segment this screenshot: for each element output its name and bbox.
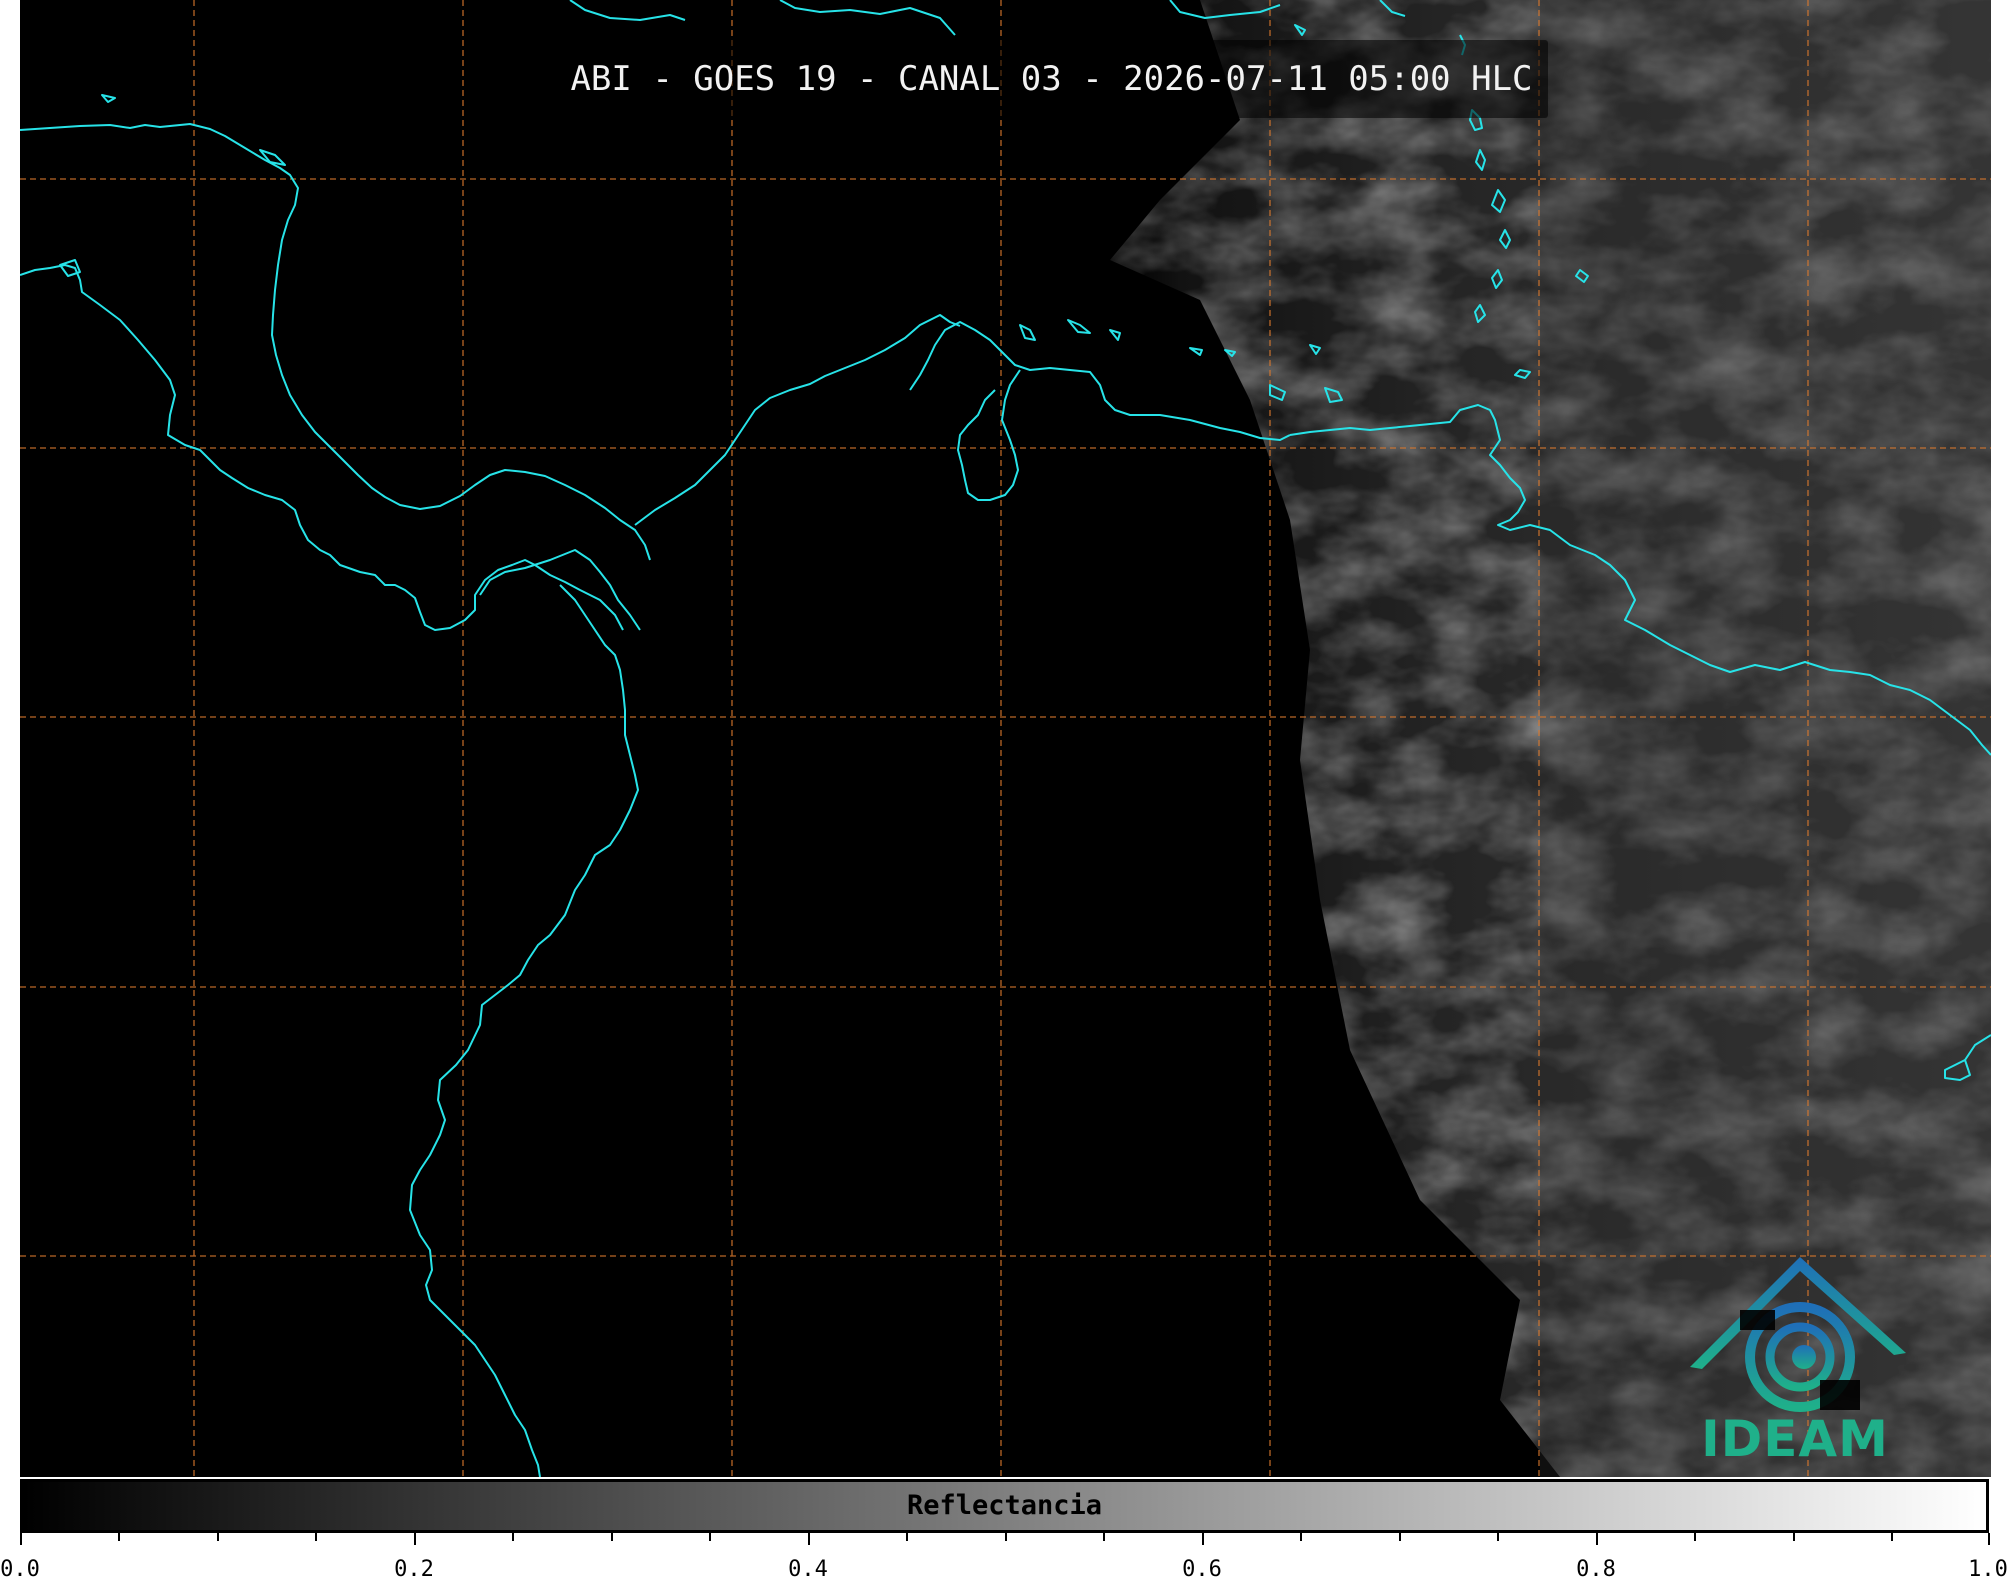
tick-mark [1891, 1533, 1893, 1541]
tick-mark [1793, 1533, 1795, 1541]
tick-mark [906, 1533, 908, 1541]
colorbar: Reflectancia [20, 1479, 1989, 1533]
tick-label: 0.4 [788, 1557, 828, 1582]
ideam-logo: IDEAM [1680, 1255, 1910, 1475]
tick-label: 0.8 [1576, 1557, 1616, 1582]
map-title: ABI - GOES 19 - CANAL 03 - 2026-07-11 05… [570, 59, 1533, 99]
tick-mark [1005, 1533, 1007, 1541]
tick-label: 0.0 [0, 1557, 40, 1582]
tick-mark [315, 1533, 317, 1541]
tick-mark [1399, 1533, 1401, 1541]
ideam-spiral-mountain-icon [1690, 1257, 1906, 1412]
tick-mark [118, 1533, 120, 1541]
tick-mark [709, 1533, 711, 1541]
title-box: ABI - GOES 19 - CANAL 03 - 2026-07-11 05… [555, 40, 1548, 118]
tick-label: 0.2 [394, 1557, 434, 1582]
tick-mark [217, 1533, 219, 1541]
tick-mark [1103, 1533, 1105, 1541]
colorbar-axis: 0.0 0.2 0.4 0.6 0.8 1.0 [0, 1533, 2011, 1582]
tick-mark [1596, 1533, 1598, 1545]
tick-mark [512, 1533, 514, 1541]
tick-label: 0.6 [1182, 1557, 1222, 1582]
tick-mark [1300, 1533, 1302, 1541]
colorbar-label: Reflectancia [906, 1490, 1103, 1521]
tick-mark [20, 1533, 22, 1545]
tick-mark [414, 1533, 416, 1545]
tick-mark [1202, 1533, 1204, 1545]
logo-text: IDEAM [1701, 1410, 1889, 1468]
tick-mark [611, 1533, 613, 1541]
tick-mark [1694, 1533, 1696, 1541]
tick-mark [1497, 1533, 1499, 1541]
tick-mark [808, 1533, 810, 1545]
satellite-map: ABI - GOES 19 - CANAL 03 - 2026-07-11 05… [20, 0, 1991, 1477]
tick-label: 1.0 [1968, 1557, 2008, 1582]
tick-mark [1988, 1533, 1990, 1545]
